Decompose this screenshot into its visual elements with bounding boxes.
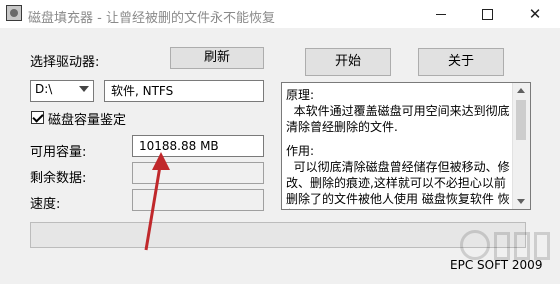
- annotation-arrow: [144, 152, 170, 251]
